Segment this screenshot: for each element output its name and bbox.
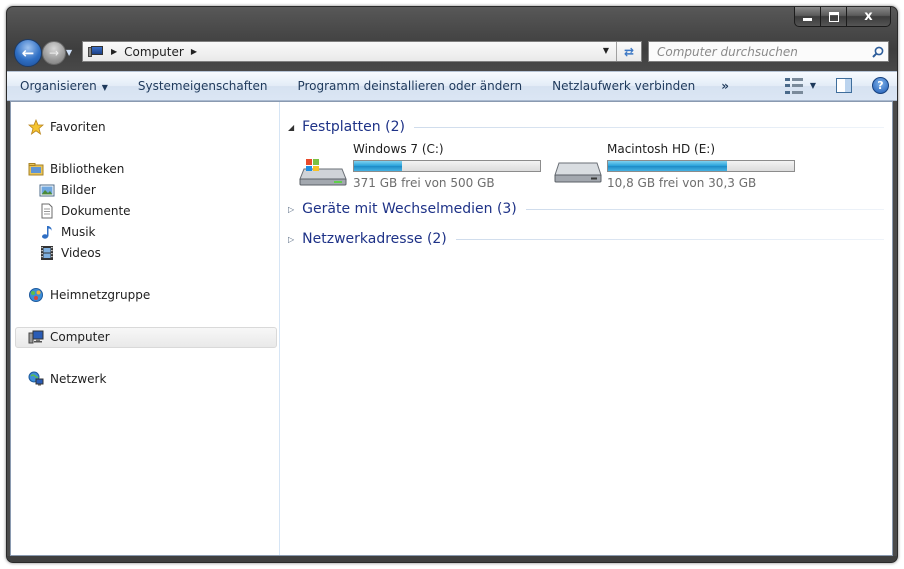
help-icon[interactable]: ? <box>872 77 889 94</box>
sidebar-item-favorites[interactable]: Favoriten <box>28 119 106 135</box>
expanded-triangle-icon[interactable]: ◢ <box>288 123 294 132</box>
drive-free-space: 371 GB frei von 500 GB <box>353 176 495 190</box>
command-bar-right: ▼ ? <box>784 77 889 94</box>
sidebar-item-computer[interactable]: Computer <box>28 329 110 345</box>
more-commands-button[interactable]: » <box>721 79 729 93</box>
drive-name: Macintosh HD (E:) <box>607 142 716 156</box>
back-arrow-icon: ← <box>21 44 35 62</box>
organize-button[interactable]: Organisieren ▼ <box>20 79 108 93</box>
main-pane: ◢ Festplatten (2) Windows 7 (C:) 371 GB … <box>280 102 892 555</box>
computer-icon <box>28 329 44 345</box>
content-area: Favoriten Bibliotheken Bilder Dokumente <box>10 101 893 556</box>
sidebar-item-label: Bibliotheken <box>50 162 125 176</box>
pictures-icon <box>39 182 55 198</box>
group-title: Festplatten (2) <box>302 119 405 135</box>
network-icon <box>28 371 44 387</box>
group-header-network[interactable]: ▷ Netzwerkadresse (2) <box>288 231 884 247</box>
film-strip-icon <box>39 245 55 261</box>
hard-drive-icon <box>553 155 603 190</box>
refresh-button[interactable]: ⇄ <box>616 42 641 61</box>
refresh-icon: ⇄ <box>623 44 635 59</box>
sidebar-item-label: Musik <box>61 225 96 239</box>
sidebar-item-videos[interactable]: Videos <box>39 245 101 261</box>
computer-icon <box>88 45 104 58</box>
breadcrumb-separator-icon[interactable]: ▶ <box>111 47 117 56</box>
group-divider <box>455 238 884 240</box>
forward-button[interactable]: → <box>42 41 66 65</box>
search-input[interactable]: Computer durchsuchen <box>657 45 868 59</box>
collapsed-triangle-icon[interactable]: ▷ <box>288 235 294 244</box>
search-icon[interactable] <box>868 46 888 58</box>
command-bar: Organisieren ▼ Systemeigenschaften Progra… <box>7 71 897 101</box>
sidebar-item-label: Favoriten <box>50 120 106 134</box>
document-icon <box>39 203 55 219</box>
breadcrumb-computer[interactable]: Computer <box>124 45 184 59</box>
sidebar-item-label: Heimnetzgruppe <box>50 288 151 302</box>
window-bottom-frame <box>7 556 897 562</box>
breadcrumb-separator-icon[interactable]: ▶ <box>191 47 197 56</box>
organize-label: Organisieren <box>20 79 97 93</box>
sidebar-item-pictures[interactable]: Bilder <box>39 182 96 198</box>
group-divider <box>413 126 884 128</box>
maximize-button[interactable] <box>821 7 847 27</box>
change-view-icon[interactable] <box>784 77 803 94</box>
music-note-icon <box>39 224 55 240</box>
drive-usage-fill <box>608 161 728 171</box>
group-header-removable[interactable]: ▷ Geräte mit Wechselmedien (3) <box>288 201 884 217</box>
address-dropdown-icon[interactable]: ▼ <box>603 46 609 55</box>
sidebar-item-label: Dokumente <box>61 204 131 218</box>
group-divider <box>525 208 884 210</box>
drive-name: Windows 7 (C:) <box>353 142 444 156</box>
forward-arrow-icon: → <box>48 46 60 60</box>
chevron-down-icon: ▼ <box>101 83 108 92</box>
search-box[interactable]: Computer durchsuchen <box>648 41 889 62</box>
group-title: Netzwerkadresse (2) <box>302 231 447 247</box>
group-header-hard-drives[interactable]: ◢ Festplatten (2) <box>288 119 884 135</box>
sidebar-item-libraries[interactable]: Bibliotheken <box>28 161 124 177</box>
collapsed-triangle-icon[interactable]: ▷ <box>288 205 294 214</box>
minimize-icon <box>803 18 812 21</box>
sidebar-item-music[interactable]: Musik <box>39 224 96 240</box>
navigation-bar: ← → ▼ ▶ Computer ▶ ▼ ⇄ Computer durchsuc… <box>7 37 897 69</box>
sidebar-item-label: Videos <box>61 246 101 260</box>
system-properties-button[interactable]: Systemeigenschaften <box>138 79 268 93</box>
sidebar-item-documents[interactable]: Dokumente <box>39 203 131 219</box>
hard-drive-icon <box>298 155 348 190</box>
drive-free-space: 10,8 GB frei von 30,3 GB <box>607 176 757 190</box>
uninstall-program-button[interactable]: Programm deinstallieren oder ändern <box>297 79 522 93</box>
homegroup-icon <box>28 287 44 303</box>
map-network-drive-button[interactable]: Netzlaufwerk verbinden <box>552 79 695 93</box>
explorer-window: x ← → ▼ ▶ Computer ▶ ▼ ⇄ Computer durchs… <box>6 6 898 563</box>
minimize-button[interactable] <box>794 7 821 27</box>
back-button[interactable]: ← <box>14 39 42 67</box>
drive-usage-fill <box>354 161 403 171</box>
sidebar-item-network[interactable]: Netzwerk <box>28 371 106 387</box>
star-icon <box>28 119 44 135</box>
drive-usage-bar <box>607 160 795 172</box>
drive-usage-bar <box>353 160 541 172</box>
sidebar-item-label: Computer <box>50 330 110 344</box>
close-icon: x <box>864 9 873 24</box>
navigation-pane[interactable]: Favoriten Bibliotheken Bilder Dokumente <box>11 102 280 555</box>
preview-pane-icon[interactable] <box>836 78 852 93</box>
view-dropdown-icon[interactable]: ▼ <box>810 81 816 90</box>
sidebar-item-label: Bilder <box>61 183 96 197</box>
recent-pages-dropdown[interactable]: ▼ <box>66 48 72 57</box>
caption-buttons: x <box>794 7 891 27</box>
maximize-icon <box>828 11 839 22</box>
sidebar-item-label: Netzwerk <box>50 372 107 386</box>
address-bar[interactable]: ▶ Computer ▶ ▼ ⇄ <box>82 41 642 62</box>
sidebar-item-homegroup[interactable]: Heimnetzgruppe <box>28 287 150 303</box>
library-icon <box>28 161 44 177</box>
close-button[interactable]: x <box>847 7 891 27</box>
group-title: Geräte mit Wechselmedien (3) <box>302 201 517 217</box>
